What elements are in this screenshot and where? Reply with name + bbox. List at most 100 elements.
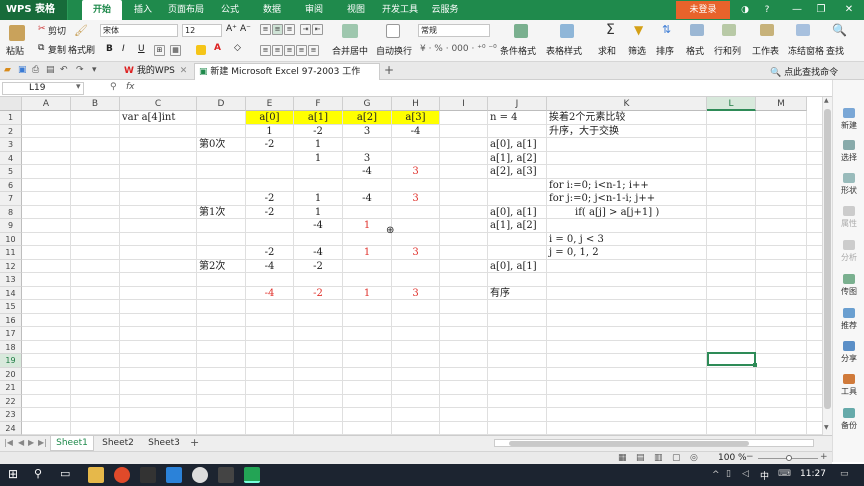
- font-grow-icon[interactable]: A⁺: [226, 24, 237, 34]
- open-icon[interactable]: ▰: [4, 65, 11, 75]
- next-sheet-icon[interactable]: ▶: [28, 438, 34, 447]
- cut-button[interactable]: 剪切: [48, 24, 66, 37]
- cell-J8[interactable]: a[0], a[1]: [488, 206, 537, 219]
- skin-icon[interactable]: ◑: [734, 0, 756, 20]
- ide-icon[interactable]: [166, 467, 182, 483]
- cell-F3[interactable]: 1: [294, 138, 342, 151]
- filter-icon[interactable]: ▼: [634, 23, 643, 37]
- reading-view-icon[interactable]: ▢: [672, 453, 681, 463]
- border-icon[interactable]: ⊞: [154, 45, 165, 56]
- indent-icon[interactable]: ⇥: [300, 24, 311, 35]
- cell-F1[interactable]: a[1]: [294, 111, 342, 124]
- sheet-tab-3[interactable]: Sheet3: [144, 436, 184, 451]
- row-col-icon[interactable]: [722, 24, 736, 36]
- align-middle-icon[interactable]: ≡: [272, 24, 283, 35]
- zoom-search-icon[interactable]: ⚲: [110, 82, 117, 92]
- prev-sheet-icon[interactable]: ◀: [18, 438, 24, 447]
- row-header-15[interactable]: 15: [0, 300, 22, 314]
- column-header-M[interactable]: M: [756, 97, 807, 111]
- scroll-up-icon[interactable]: ▲: [824, 97, 829, 104]
- wps-logo[interactable]: WPS 表格: [0, 0, 68, 20]
- network-icon[interactable]: ▯: [726, 469, 731, 479]
- first-sheet-icon[interactable]: |◀: [4, 438, 13, 447]
- zoom-slider-thumb[interactable]: [786, 455, 792, 461]
- cell-F8[interactable]: 1: [294, 206, 342, 219]
- conditional-format-button[interactable]: 条件格式: [500, 44, 536, 57]
- align-top-icon[interactable]: ≡: [260, 24, 271, 35]
- merge-center-icon[interactable]: [342, 24, 358, 38]
- sum-button[interactable]: 求和: [598, 44, 616, 57]
- cell-K1[interactable]: 挨着2个元素比较: [547, 111, 625, 124]
- row-header-23[interactable]: 23: [0, 408, 22, 422]
- fill-handle[interactable]: [753, 363, 757, 367]
- row-header-7[interactable]: 7: [0, 192, 22, 206]
- cell-F14[interactable]: -2: [294, 287, 342, 300]
- dropdown-icon[interactable]: ▾: [92, 65, 97, 75]
- panel-upload-image[interactable]: 传图: [833, 274, 864, 297]
- cell-K6[interactable]: for i:=0; i<n-1; i++: [547, 179, 649, 192]
- cell-G9[interactable]: 1: [343, 219, 391, 232]
- search-icon[interactable]: ⚲: [34, 467, 42, 480]
- brush-icon[interactable]: 🖌: [74, 24, 88, 37]
- scroll-thumb[interactable]: [824, 109, 831, 409]
- print-icon[interactable]: ⎙: [32, 65, 39, 75]
- cell-H5[interactable]: 3: [392, 165, 439, 178]
- tab-review[interactable]: 审阅: [300, 0, 328, 20]
- undo-icon[interactable]: ↶: [60, 65, 68, 75]
- volume-icon[interactable]: ◁: [742, 469, 749, 479]
- cell-E3[interactable]: -2: [246, 138, 293, 151]
- cell-F9[interactable]: -4: [294, 219, 342, 232]
- cell-K8[interactable]: if( a[j] > a[j+1] ): [547, 206, 659, 219]
- tab-formulas[interactable]: 公式: [216, 0, 244, 20]
- row-header-19[interactable]: 19: [0, 354, 22, 368]
- clear-format-icon[interactable]: ◇: [234, 43, 241, 53]
- row-header-14[interactable]: 14: [0, 286, 22, 300]
- column-header-G[interactable]: G: [343, 97, 392, 111]
- sort-button[interactable]: 排序: [656, 44, 674, 57]
- cell-E2[interactable]: 1: [246, 125, 293, 138]
- ime-indicator[interactable]: 中: [760, 469, 769, 482]
- column-header-F[interactable]: F: [294, 97, 343, 111]
- tab-insert[interactable]: 插入: [128, 0, 158, 20]
- cell-D12[interactable]: 第2次: [197, 260, 225, 273]
- column-header-H[interactable]: H: [392, 97, 440, 111]
- search-command-hint[interactable]: 🔍 点此查找命令: [770, 65, 838, 78]
- eye-care-icon[interactable]: ◎: [690, 453, 698, 463]
- font-shrink-icon[interactable]: A⁻: [240, 24, 251, 34]
- underline-button[interactable]: U: [138, 44, 145, 54]
- column-header-L[interactable]: L: [707, 97, 756, 111]
- cell-D8[interactable]: 第1次: [197, 206, 225, 219]
- tab-view[interactable]: 视图: [342, 0, 370, 20]
- sum-icon[interactable]: Σ: [606, 22, 615, 38]
- fx-icon[interactable]: fx: [126, 82, 135, 92]
- format-painter-button[interactable]: 格式刷: [68, 43, 95, 56]
- cell-H2[interactable]: -4: [392, 125, 439, 138]
- cell-J12[interactable]: a[0], a[1]: [488, 260, 537, 273]
- panel-analyze[interactable]: 分析: [833, 240, 864, 263]
- font-size-select[interactable]: 12: [182, 24, 222, 37]
- tab-active-file[interactable]: ▣ 新建 Microsoft Excel 97-2003 工作表.xls ✕: [194, 63, 380, 93]
- italic-button[interactable]: I: [122, 44, 125, 54]
- row-header-5[interactable]: 5: [0, 165, 22, 179]
- cell-C1[interactable]: var a[4]int: [120, 111, 175, 124]
- column-header-A[interactable]: A: [22, 97, 71, 111]
- format-button[interactable]: 格式: [686, 44, 704, 57]
- worksheet-icon[interactable]: [760, 24, 774, 36]
- conditional-format-icon[interactable]: [514, 24, 528, 38]
- column-header-D[interactable]: D: [197, 97, 246, 111]
- cell-G7[interactable]: -4: [343, 192, 391, 205]
- filter-button[interactable]: 筛选: [628, 44, 646, 57]
- row-col-button[interactable]: 行和列: [714, 44, 741, 57]
- minimize-icon[interactable]: —: [786, 0, 808, 20]
- zoom-out-icon[interactable]: −: [746, 452, 754, 462]
- cell-J5[interactable]: a[2], a[3]: [488, 165, 537, 178]
- spreadsheet-grid[interactable]: ABCDEFGHIJKLM 1 2 3 4 5 6 7 8 9 10 11 12 13 14 15 16 17 1…: [0, 97, 822, 435]
- cell-E1[interactable]: a[0]: [246, 111, 293, 124]
- bold-button[interactable]: B: [106, 44, 113, 54]
- table-style-icon[interactable]: [560, 24, 574, 38]
- select-all-corner[interactable]: [0, 97, 22, 111]
- sheet-tab-1[interactable]: Sheet1: [50, 436, 94, 451]
- column-header-E[interactable]: E: [246, 97, 294, 111]
- cell-J1[interactable]: n = 4: [488, 111, 518, 124]
- panel-share[interactable]: 分享: [833, 341, 864, 364]
